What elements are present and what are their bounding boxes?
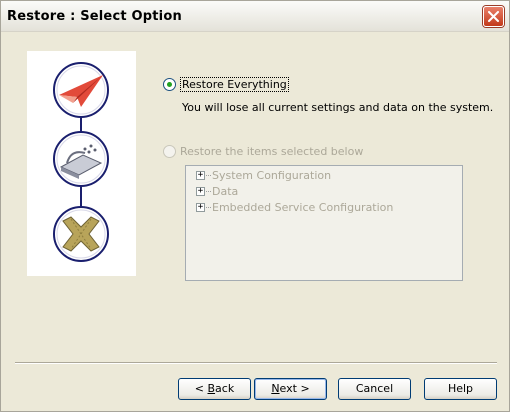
restore-items-tree[interactable]: + System Configuration + Data + Embedded… bbox=[185, 165, 463, 281]
tree-item-label: System Configuration bbox=[212, 169, 332, 182]
expand-plus-icon[interactable]: + bbox=[196, 171, 205, 180]
tree-connector bbox=[206, 175, 211, 176]
restore-everything-radio[interactable] bbox=[163, 78, 176, 91]
expand-plus-icon[interactable]: + bbox=[196, 187, 205, 196]
tools-cross-icon bbox=[53, 206, 109, 262]
expand-plus-icon[interactable]: + bbox=[196, 203, 205, 212]
window-title: Restore : Select Option bbox=[7, 9, 182, 24]
restore-selected-radio[interactable] bbox=[163, 145, 176, 158]
cancel-button[interactable]: Cancel bbox=[338, 378, 411, 400]
next-button[interactable]: Next > bbox=[254, 378, 327, 400]
close-icon bbox=[488, 11, 499, 22]
wizard-image-panel bbox=[27, 51, 136, 276]
restore-everything-description: You will lose all current settings and d… bbox=[182, 101, 494, 114]
help-button[interactable]: Help bbox=[424, 378, 497, 400]
tree-item-label: Data bbox=[212, 185, 239, 198]
tree-item-label: Embedded Service Configuration bbox=[212, 201, 394, 214]
restore-selected-label[interactable]: Restore the items selected below bbox=[180, 145, 363, 158]
restore-everything-label[interactable]: Restore Everything bbox=[180, 77, 289, 92]
tree-connector bbox=[206, 207, 211, 208]
paper-plane-icon bbox=[53, 62, 109, 118]
title-bar: Restore : Select Option bbox=[1, 1, 509, 32]
close-button[interactable] bbox=[483, 6, 504, 27]
button-separator bbox=[15, 362, 497, 364]
restore-tape-icon bbox=[53, 131, 109, 187]
back-button[interactable]: < Back bbox=[178, 378, 251, 400]
restore-dialog: Restore : Select Option Restore Everythi… bbox=[0, 0, 510, 412]
tree-connector bbox=[206, 191, 211, 192]
